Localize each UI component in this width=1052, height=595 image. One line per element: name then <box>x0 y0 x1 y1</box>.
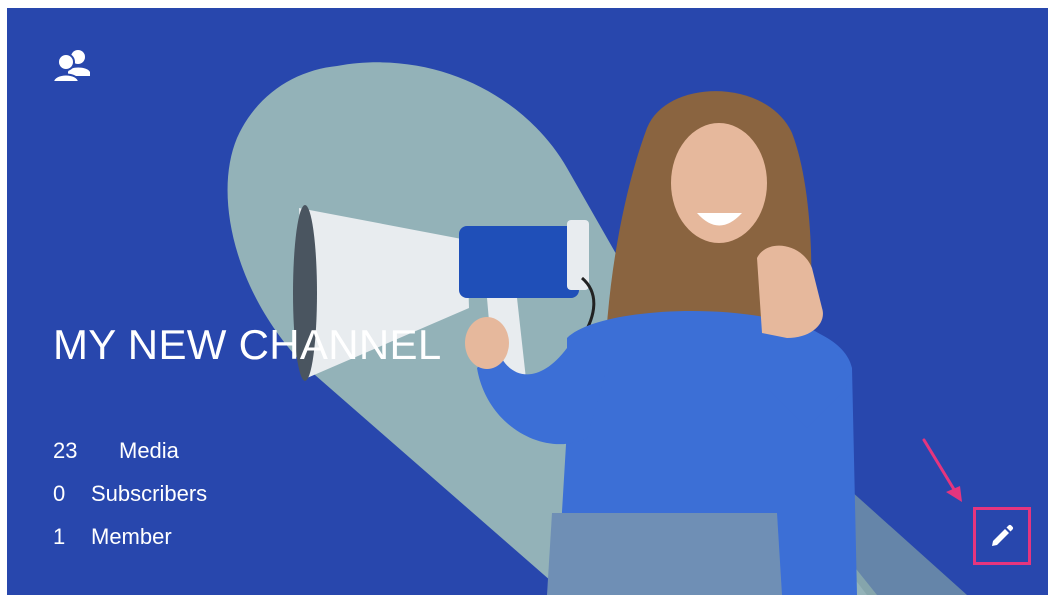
stat-media: 23 Media <box>53 438 207 481</box>
channel-banner: MY NEW CHANNEL 23 Media 0 Subscribers 1 … <box>7 8 1048 595</box>
arrow-annotation-icon <box>922 438 962 502</box>
stat-subscribers-value: 0 <box>53 481 66 506</box>
stat-media-value: 23 <box>53 438 78 463</box>
stat-subscribers-label: Subscribers <box>91 481 208 506</box>
pencil-icon <box>992 524 1014 546</box>
stat-subscribers: 0 Subscribers <box>53 481 207 524</box>
stat-members-label: Member <box>91 524 172 549</box>
users-icon <box>52 50 90 83</box>
stat-media-label: Media <box>119 438 179 463</box>
channel-stats: 23 Media 0 Subscribers 1 Member <box>53 438 207 567</box>
channel-title: MY NEW CHANNEL <box>53 321 442 368</box>
stat-members-value: 1 <box>53 524 66 549</box>
page-frame: MY NEW CHANNEL 23 Media 0 Subscribers 1 … <box>0 0 1052 595</box>
edit-channel-button[interactable] <box>973 507 1031 565</box>
stat-members: 1 Member <box>53 524 207 567</box>
